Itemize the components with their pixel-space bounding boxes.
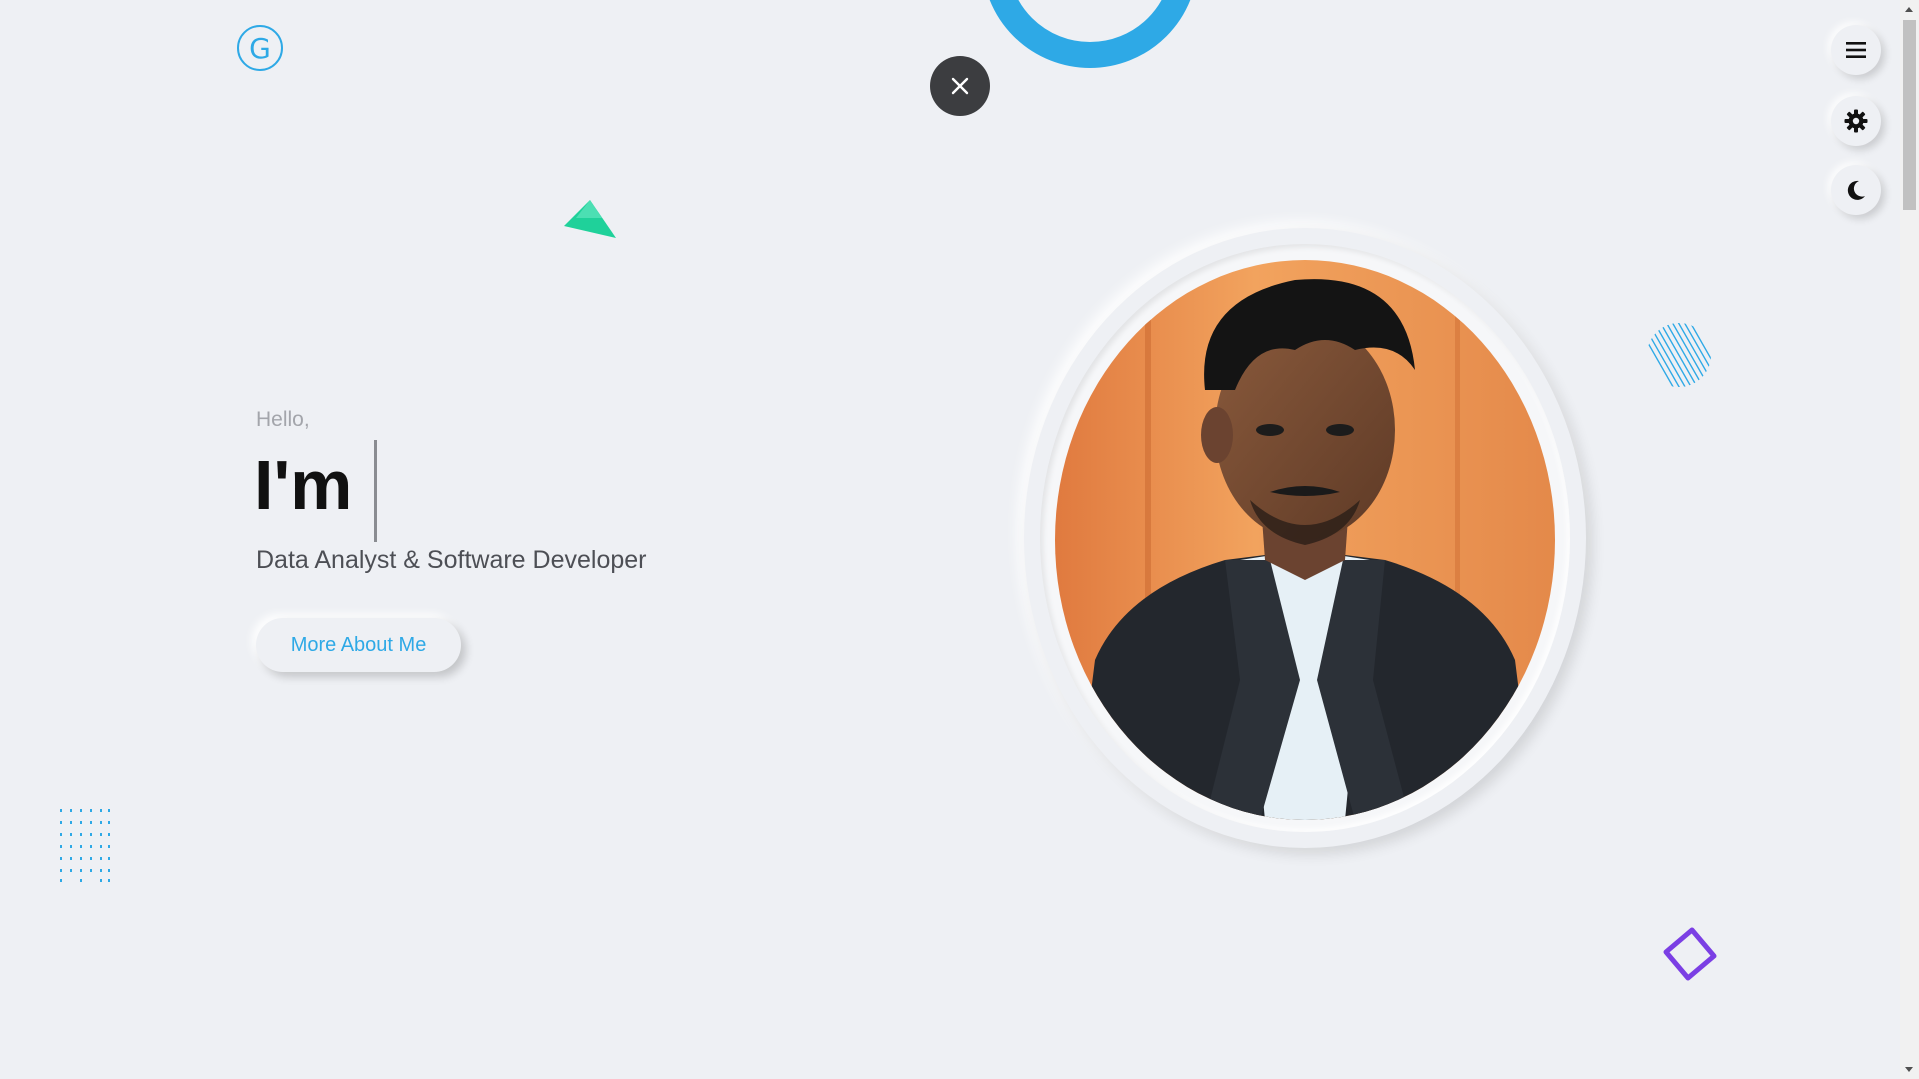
moon-icon bbox=[1847, 180, 1865, 200]
dot-grid-decoration bbox=[60, 809, 110, 882]
striped-circle-decoration bbox=[1647, 323, 1711, 387]
hero-intro: I'm bbox=[254, 446, 353, 524]
hero-greeting: Hello, bbox=[256, 408, 310, 431]
portfolio-home: G Hello, I'm Data Analyst & Software Dev… bbox=[0, 0, 1919, 1079]
gear-icon bbox=[1844, 109, 1868, 133]
settings-button[interactable] bbox=[1831, 96, 1881, 146]
menu-button[interactable] bbox=[1831, 25, 1881, 75]
scrollbar-thumb[interactable] bbox=[1903, 20, 1916, 210]
triangle-decoration bbox=[564, 200, 616, 238]
hero-role: Data Analyst & Software Developer bbox=[256, 546, 647, 574]
typing-cursor bbox=[374, 440, 377, 542]
more-about-me-button[interactable]: More About Me bbox=[256, 618, 461, 672]
site-logo[interactable]: G bbox=[237, 25, 283, 71]
page-scrollbar[interactable] bbox=[1900, 0, 1919, 1079]
close-icon bbox=[951, 77, 969, 95]
profile-photo-illustration bbox=[1055, 260, 1555, 820]
profile-photo bbox=[1055, 260, 1555, 820]
scroll-down-arrow[interactable] bbox=[1905, 1067, 1913, 1072]
ring-decoration bbox=[989, 0, 1191, 68]
hamburger-menu-icon bbox=[1846, 42, 1866, 58]
theme-toggle-button[interactable] bbox=[1831, 165, 1881, 215]
close-button[interactable] bbox=[930, 56, 990, 116]
scroll-up-arrow[interactable] bbox=[1905, 7, 1913, 12]
diamond-decoration bbox=[1663, 927, 1717, 981]
